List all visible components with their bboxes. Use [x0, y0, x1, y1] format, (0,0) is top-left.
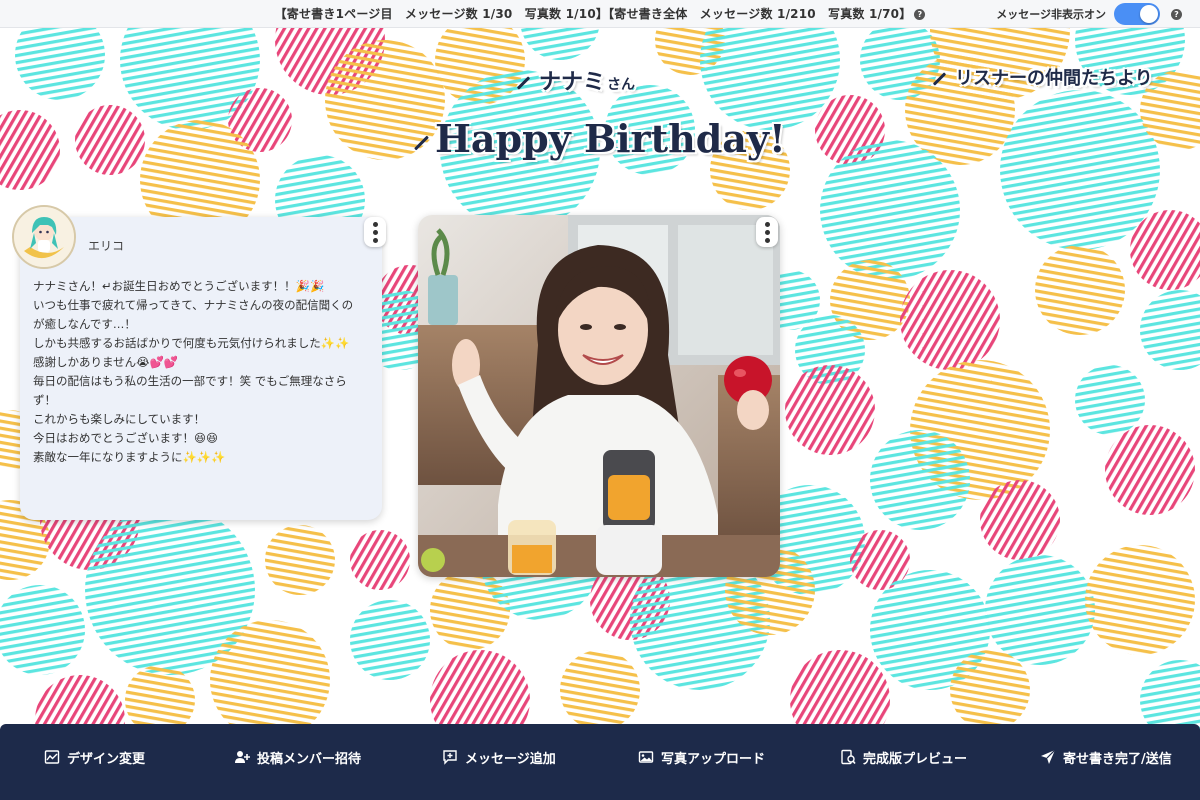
photo-menu-kebab-icon[interactable]: [756, 217, 778, 247]
decor-dot: [75, 105, 145, 175]
message-line: これからも楽しみにしています！: [33, 412, 206, 426]
decor-dot: [1105, 425, 1195, 515]
decor-dot: [980, 480, 1060, 560]
decor-dot: [560, 650, 640, 730]
message-line: 今日はおめでとうございます！😆😆: [33, 431, 218, 445]
design-change-button[interactable]: デザイン変更: [44, 724, 145, 790]
avatar: [12, 205, 76, 269]
portrait-photo: [418, 215, 780, 577]
preview-icon: [841, 749, 856, 765]
add-message-label: メッセージ追加: [465, 751, 556, 767]
upload-photo-label: 写真アップロード: [661, 751, 766, 767]
decor-dot: [0, 110, 60, 190]
page-counts: 【寄せ書き1ページ目 メッセージ数 1/30 写真数 1/10】: [274, 7, 609, 21]
recipient-heading[interactable]: ナナミ さん: [516, 64, 636, 96]
bottom-toolbar: デザイン変更 投稿メンバー招待 メッセージ追加 写真アップロード 完成版プレビュ…: [0, 724, 1200, 800]
message-card[interactable]: エリコ ナナミさん！↵お誕生日おめでとうございます！！🎉🎉 いつも仕事で疲れて帰…: [12, 205, 386, 520]
status-bar: 【寄せ書き1ページ目 メッセージ数 1/30 写真数 1/10】【寄せ書き全体 …: [0, 0, 1200, 28]
invite-icon: [235, 751, 250, 763]
recipient-name: ナナミ: [539, 70, 606, 95]
decor-dot: [985, 555, 1095, 665]
message-line: が癒しなんです…！: [33, 317, 136, 331]
decor-dot: [265, 525, 335, 595]
message-line: ず！: [33, 393, 56, 407]
card-title-text: Happy Birthday!: [435, 116, 786, 161]
sender-heading[interactable]: リスナーの仲間たちより: [932, 64, 1153, 90]
decor-dot: [900, 270, 1000, 370]
message-line: 毎日の配信はもう私の生活の一部です！笑 でもご無理なさら: [33, 374, 347, 388]
help-icon[interactable]: ?: [914, 9, 926, 20]
message-line: ナナミさん！↵お誕生日おめでとうございます！！🎉🎉: [33, 279, 325, 293]
design-change-label: デザイン変更: [67, 751, 146, 767]
decor-dot: [0, 585, 85, 675]
add-message-button[interactable]: メッセージ追加: [442, 724, 556, 790]
decor-dot: [1000, 90, 1160, 250]
invite-member-button[interactable]: 投稿メンバー招待: [234, 724, 361, 790]
decor-dot: [1035, 245, 1125, 335]
add-message-icon: [443, 750, 457, 765]
hide-messages-label: メッセージ非表示オン: [996, 8, 1106, 21]
send-button[interactable]: 寄せ書き完了/送信: [1040, 724, 1172, 790]
photo-upload-icon: [638, 751, 654, 763]
sender-name: リスナーの仲間たちより: [955, 68, 1153, 89]
hide-messages-toggle-group: メッセージ非表示オン ?: [996, 0, 1182, 28]
decor-dot: [350, 530, 410, 590]
message-body: ナナミさん！↵お誕生日おめでとうございます！！🎉🎉 いつも仕事で疲れて帰ってきて…: [33, 277, 370, 467]
toggle-help-icon[interactable]: ?: [1171, 8, 1182, 20]
message-line: しかも共感するお話ばかりで何度も元気付けられました✨✨: [33, 336, 350, 350]
total-counts: 【寄せ書き全体 メッセージ数 1/210 写真数 1/70】: [608, 7, 912, 21]
toggle-knob: [1140, 5, 1158, 23]
decor-dot: [210, 620, 330, 740]
message-line: 感謝しかありません😭💕💕: [33, 355, 179, 369]
decor-dot: [820, 140, 960, 280]
message-author: エリコ: [88, 239, 125, 253]
upload-photo-button[interactable]: 写真アップロード: [638, 724, 765, 790]
decor-dot: [350, 600, 430, 680]
card-title[interactable]: Happy Birthday!: [414, 116, 786, 161]
design-icon: [44, 750, 60, 764]
decor-dot: [870, 430, 970, 530]
hide-messages-toggle[interactable]: [1114, 3, 1160, 25]
send-icon: [1041, 749, 1056, 764]
decor-dot: [1075, 365, 1145, 435]
invite-member-label: 投稿メンバー招待: [257, 751, 362, 767]
photo-card[interactable]: [418, 215, 780, 577]
decor-dot: [1140, 290, 1200, 370]
message-menu-kebab-icon[interactable]: [364, 217, 386, 247]
send-label: 寄せ書き完了/送信: [1063, 751, 1172, 767]
message-line: 素敵な一年になりますように✨✨✨: [33, 450, 226, 464]
decor-dot: [1085, 545, 1195, 655]
message-line: いつも仕事で疲れて帰ってきて、ナナミさんの夜の配信聞くの: [33, 298, 354, 312]
preview-button[interactable]: 完成版プレビュー: [840, 724, 967, 790]
preview-label: 完成版プレビュー: [863, 751, 968, 767]
recipient-suffix: さん: [607, 77, 636, 93]
decor-dot: [950, 650, 1030, 730]
decor-dot: [785, 365, 875, 455]
